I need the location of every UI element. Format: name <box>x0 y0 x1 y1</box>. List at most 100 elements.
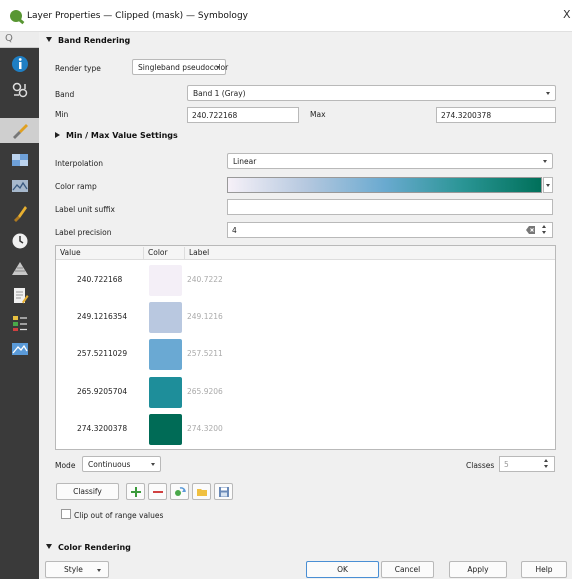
close-icon[interactable]: X <box>563 8 571 21</box>
qgis-logo-icon <box>10 10 22 22</box>
classify-button[interactable]: Classify <box>56 483 119 500</box>
spin-buttons[interactable] <box>542 225 549 235</box>
properties-sidebar: Q <box>0 32 39 579</box>
chevron-down-icon <box>97 569 101 572</box>
export-color-map-button[interactable] <box>214 483 233 500</box>
row-label: 265.9206 <box>187 387 223 396</box>
chevron-down-icon <box>216 66 220 69</box>
information-icon <box>11 55 28 72</box>
row-color-swatch[interactable] <box>149 414 182 445</box>
render-type-select[interactable]: Singleband pseudocolor <box>132 59 229 75</box>
histogram-icon <box>11 179 28 192</box>
row-value: 249.1216354 <box>77 312 128 321</box>
max-input[interactable]: 274.3200378 <box>436 107 556 123</box>
mode-select[interactable]: Continuous <box>82 456 161 472</box>
table-row[interactable]: 257.5211029 257.5211 <box>56 336 555 372</box>
row-label: 249.1216 <box>187 312 223 321</box>
table-row[interactable]: 240.722168 240.7222 <box>56 262 555 298</box>
sidebar-search[interactable]: Q <box>0 32 39 48</box>
label-precision-spinbox[interactable]: 4 <box>227 222 553 238</box>
cancel-button[interactable]: Cancel <box>381 561 434 578</box>
spin-up-icon[interactable] <box>542 225 546 228</box>
header-color[interactable]: Color <box>148 248 168 257</box>
color-rendering-title: Color Rendering <box>58 543 131 552</box>
mode-label: Mode <box>55 461 76 470</box>
change-color-button[interactable] <box>170 483 189 500</box>
color-ramp-label: Color ramp <box>55 182 97 191</box>
render-type-label: Render type <box>55 64 101 73</box>
server-icon <box>11 342 28 355</box>
interpolation-value: Linear <box>233 157 257 166</box>
spin-buttons[interactable] <box>544 459 551 469</box>
sidebar-item-histogram[interactable] <box>0 173 39 198</box>
band-label: Band <box>55 90 75 99</box>
minmax-settings-title: Min / Max Value Settings <box>66 131 178 140</box>
band-rendering-title: Band Rendering <box>58 36 131 45</box>
color-ramp-button[interactable] <box>227 177 542 193</box>
row-color-swatch[interactable] <box>149 339 182 370</box>
ok-button[interactable]: OK <box>306 561 379 578</box>
pyramids-icon <box>11 261 28 275</box>
min-input[interactable]: 240.722168 <box>187 107 299 123</box>
color-rendering-header[interactable]: Color Rendering <box>46 543 131 552</box>
clear-icon[interactable] <box>526 226 535 234</box>
chevron-down-icon <box>151 463 155 466</box>
collapse-triangle-icon <box>46 544 52 549</box>
sidebar-item-server[interactable] <box>0 336 39 361</box>
row-color-swatch[interactable] <box>149 377 182 408</box>
sidebar-item-rendering[interactable] <box>0 200 39 225</box>
spin-down-icon[interactable] <box>544 465 548 468</box>
dialog-button-bar: Style OK Cancel Apply Help <box>39 558 572 579</box>
help-button[interactable]: Help <box>521 561 567 578</box>
remove-value-button[interactable] <box>148 483 167 500</box>
style-menu-button[interactable]: Style <box>45 561 109 578</box>
legend-icon <box>12 315 27 331</box>
load-color-map-button[interactable] <box>192 483 211 500</box>
table-row[interactable]: 274.3200378 274.3200 <box>56 411 555 447</box>
sidebar-item-temporal[interactable] <box>0 228 39 253</box>
spin-up-icon[interactable] <box>544 459 548 462</box>
symbology-icon <box>12 123 28 139</box>
save-icon <box>218 486 229 497</box>
label-unit-suffix-input[interactable] <box>227 199 553 215</box>
table-row[interactable]: 265.9205704 265.9206 <box>56 374 555 410</box>
source-icon <box>12 82 27 97</box>
color-ramp-menu[interactable] <box>543 177 553 193</box>
color-map-table[interactable]: Value Color Label 240.722168 240.7222 24… <box>55 245 556 450</box>
spin-down-icon[interactable] <box>542 231 546 234</box>
table-header: Value Color Label <box>56 246 555 260</box>
band-select[interactable]: Band 1 (Gray) <box>187 85 556 101</box>
interpolation-label: Interpolation <box>55 159 103 168</box>
folder-icon <box>196 488 207 496</box>
band-rendering-header[interactable]: Band Rendering <box>46 36 130 45</box>
sidebar-item-pyramids[interactable] <box>0 256 39 281</box>
label-precision-value: 4 <box>232 226 237 235</box>
band-value: Band 1 (Gray) <box>193 89 246 98</box>
header-label[interactable]: Label <box>189 248 209 257</box>
render-type-value: Singleband pseudocolor <box>138 63 229 72</box>
remove-icon <box>152 490 163 493</box>
title-bar: Layer Properties — Clipped (mask) — Symb… <box>0 0 572 32</box>
max-label: Max <box>310 110 326 119</box>
row-label: 274.3200 <box>187 424 223 433</box>
classes-spinbox[interactable]: 5 <box>499 456 555 472</box>
table-row[interactable]: 249.1216354 249.1216 <box>56 299 555 335</box>
sidebar-item-legend[interactable] <box>0 310 39 335</box>
classes-value: 5 <box>504 460 509 469</box>
sidebar-item-metadata[interactable] <box>0 283 39 308</box>
sidebar-item-information[interactable] <box>0 51 39 76</box>
header-value[interactable]: Value <box>60 248 81 257</box>
clip-out-of-range-checkbox[interactable] <box>61 509 71 519</box>
apply-button[interactable]: Apply <box>449 561 507 578</box>
window-title: Layer Properties — Clipped (mask) — Symb… <box>27 11 248 21</box>
metadata-icon <box>13 287 28 303</box>
sidebar-item-transparency[interactable] <box>0 147 39 172</box>
row-color-swatch[interactable] <box>149 302 182 333</box>
row-color-swatch[interactable] <box>149 265 182 296</box>
minmax-settings-header[interactable]: Min / Max Value Settings <box>55 131 178 140</box>
add-value-button[interactable] <box>126 483 145 500</box>
interpolation-select[interactable]: Linear <box>227 153 553 169</box>
sidebar-item-source[interactable] <box>0 77 39 102</box>
row-value: 265.9205704 <box>77 387 128 396</box>
sidebar-item-symbology[interactable] <box>0 118 39 143</box>
